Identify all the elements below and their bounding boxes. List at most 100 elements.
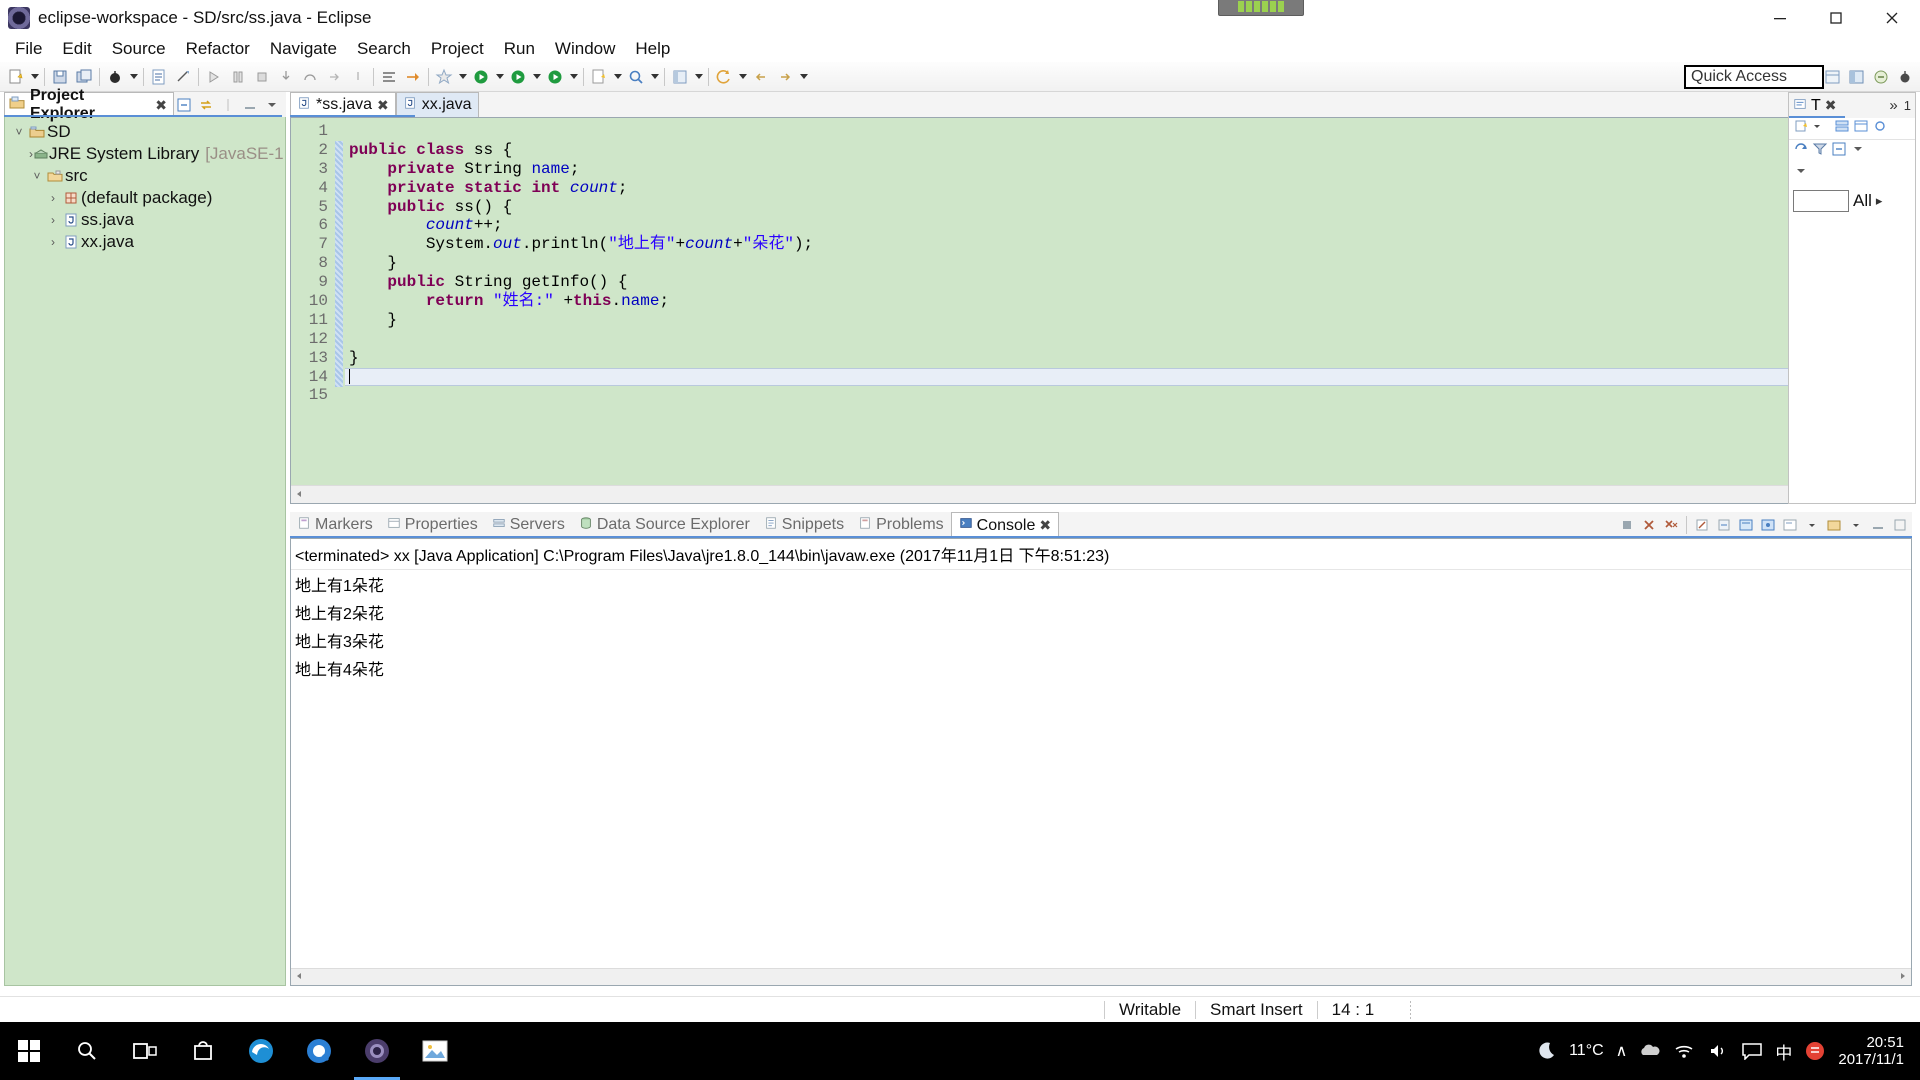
search-icon[interactable] [58, 1022, 116, 1080]
menu-navigate[interactable]: Navigate [261, 37, 346, 61]
tab-markers[interactable]: Markers [290, 512, 380, 538]
close-icon[interactable]: ✖ [1039, 517, 1051, 534]
tab-console[interactable]: Console ✖ [950, 512, 1060, 538]
new-task-dropdown-icon[interactable] [1812, 118, 1822, 139]
synchronize-icon[interactable] [1793, 141, 1809, 162]
open-perspective-icon[interactable] [668, 65, 692, 89]
close-icon[interactable]: ✖ [377, 97, 389, 114]
minimize-view-icon[interactable] [240, 95, 260, 115]
menu-refactor[interactable]: Refactor [177, 37, 259, 61]
minimize-view-icon[interactable] [1868, 515, 1888, 535]
tab-servers[interactable]: Servers [485, 512, 572, 538]
forward-icon[interactable] [773, 65, 797, 89]
maximize-icon[interactable] [1808, 0, 1864, 36]
view-menu-arrow-icon[interactable] [1793, 163, 1809, 184]
chevron-right-icon[interactable]: › [45, 213, 61, 227]
link-with-editor-icon[interactable] [196, 95, 216, 115]
chevron-right-icon[interactable]: › [45, 235, 61, 249]
menu-window[interactable]: Window [546, 37, 624, 61]
photos-icon[interactable] [406, 1022, 464, 1080]
code-text-area[interactable]: public class ss { private String name; p… [345, 118, 1911, 503]
close-icon[interactable] [1864, 0, 1920, 36]
tab-project-explorer[interactable]: Project Explorer ✖ [4, 87, 174, 122]
console-output-area[interactable]: <terminated> xx [Java Application] C:\Pr… [290, 538, 1912, 986]
eclipse-taskbar-icon[interactable] [348, 1022, 406, 1080]
open-type-icon[interactable] [171, 65, 195, 89]
view-menu-icon[interactable] [262, 95, 282, 115]
new-java-class-icon[interactable] [147, 65, 171, 89]
editor-tab-xx-java[interactable]: xx.java [395, 92, 479, 117]
show-console-on-output-icon[interactable] [1736, 515, 1756, 535]
drop-to-frame-icon[interactable] [346, 65, 370, 89]
tree-item-default-package[interactable]: › (default package) [5, 187, 285, 209]
perspective-java-ee-icon[interactable] [1846, 65, 1868, 89]
chevron-more-icon[interactable]: » [1889, 97, 1899, 114]
step-into-icon[interactable] [274, 65, 298, 89]
menu-run[interactable]: Run [495, 37, 544, 61]
run-dropdown-icon[interactable] [493, 65, 506, 89]
find-scope-all-label[interactable]: All [1853, 191, 1872, 211]
edge-icon[interactable] [232, 1022, 290, 1080]
previous-edit-dropdown-icon[interactable] [736, 65, 749, 89]
ime-language-indicator[interactable]: 中 [1775, 1039, 1792, 1064]
new-file-wizard-icon[interactable] [587, 65, 611, 89]
tab-snippets[interactable]: Snippets [757, 512, 851, 538]
terminate-icon[interactable] [250, 65, 274, 89]
editor-tab-ss-java[interactable]: *ss.java ✖ [290, 92, 396, 117]
tree-item-xx-java[interactable]: › xx.java [5, 231, 285, 253]
step-return-icon[interactable] [322, 65, 346, 89]
run-as-dropdown-icon[interactable] [530, 65, 543, 89]
weather-temperature[interactable]: 11°C [1569, 1042, 1604, 1060]
run-as-icon[interactable] [506, 65, 530, 89]
open-perspective-dropdown-icon[interactable] [692, 65, 705, 89]
close-icon[interactable]: ✖ [155, 97, 167, 114]
filter-icon[interactable] [1812, 141, 1828, 162]
new-file-dropdown-icon[interactable] [611, 65, 624, 89]
forward-dropdown-icon[interactable] [797, 65, 810, 89]
remove-launch-icon[interactable] [1639, 515, 1659, 535]
run-history-dropdown-icon[interactable] [567, 65, 580, 89]
view-menu-icon[interactable] [1850, 141, 1866, 162]
taskbar-clock[interactable]: 20:51 2017/11/1 [1838, 1034, 1910, 1069]
suspend-icon[interactable] [226, 65, 250, 89]
task-view-icon[interactable] [116, 1022, 174, 1080]
collapse-all-icon[interactable] [174, 95, 194, 115]
display-selected-dropdown-icon[interactable] [1802, 515, 1822, 535]
tree-item-sd[interactable]: ˅ SD [5, 121, 285, 143]
action-center-icon[interactable] [1741, 1042, 1763, 1060]
scroll-lock-icon[interactable] [1714, 515, 1734, 535]
step-over-icon[interactable] [298, 65, 322, 89]
find-scope-arrow-icon[interactable]: ▸ [1876, 193, 1883, 209]
menu-search[interactable]: Search [348, 37, 420, 61]
chevron-down-icon[interactable]: ˅ [29, 169, 45, 183]
onedrive-icon[interactable] [1639, 1042, 1661, 1060]
close-icon[interactable]: ✖ [1825, 97, 1837, 114]
menu-source[interactable]: Source [103, 37, 175, 61]
tab-data-source-explorer[interactable]: Data Source Explorer [572, 512, 757, 538]
project-tree[interactable]: ˅ SD › JRE System Library [JavaSE-1.8] [4, 117, 286, 986]
new-task-icon[interactable] [1793, 118, 1809, 139]
previous-edit-icon[interactable] [712, 65, 736, 89]
sogou-input-icon[interactable] [1804, 1040, 1826, 1062]
tree-item-src[interactable]: ˅ src [5, 165, 285, 187]
maximize-view-icon[interactable] [1890, 515, 1910, 535]
tab-problems[interactable]: Problems [851, 512, 951, 538]
save-icon[interactable] [48, 65, 72, 89]
menu-project[interactable]: Project [422, 37, 493, 61]
clear-console-icon[interactable] [1692, 515, 1712, 535]
scroll-left-icon[interactable] [293, 485, 305, 505]
run-history-icon[interactable] [543, 65, 567, 89]
new-wizard-dropdown-icon[interactable] [28, 65, 41, 89]
menu-file[interactable]: File [6, 37, 51, 61]
perspective-java-icon[interactable] [1870, 65, 1892, 89]
minimize-icon[interactable] [1752, 0, 1808, 36]
schedule-icon[interactable] [1853, 118, 1869, 139]
qq-browser-icon[interactable] [290, 1022, 348, 1080]
perspective-debug-icon[interactable] [1894, 65, 1916, 89]
terminate-icon[interactable] [1617, 515, 1637, 535]
chevron-down-icon[interactable]: ˅ [11, 125, 27, 139]
editor-horizontal-scrollbar[interactable] [291, 485, 1895, 503]
editor-body[interactable]: 1 2 3 4 5 6 7 8 9 10 11 12 13 14 15 publ… [290, 117, 1912, 504]
run-icon[interactable] [469, 65, 493, 89]
network-icon[interactable] [1673, 1042, 1695, 1060]
